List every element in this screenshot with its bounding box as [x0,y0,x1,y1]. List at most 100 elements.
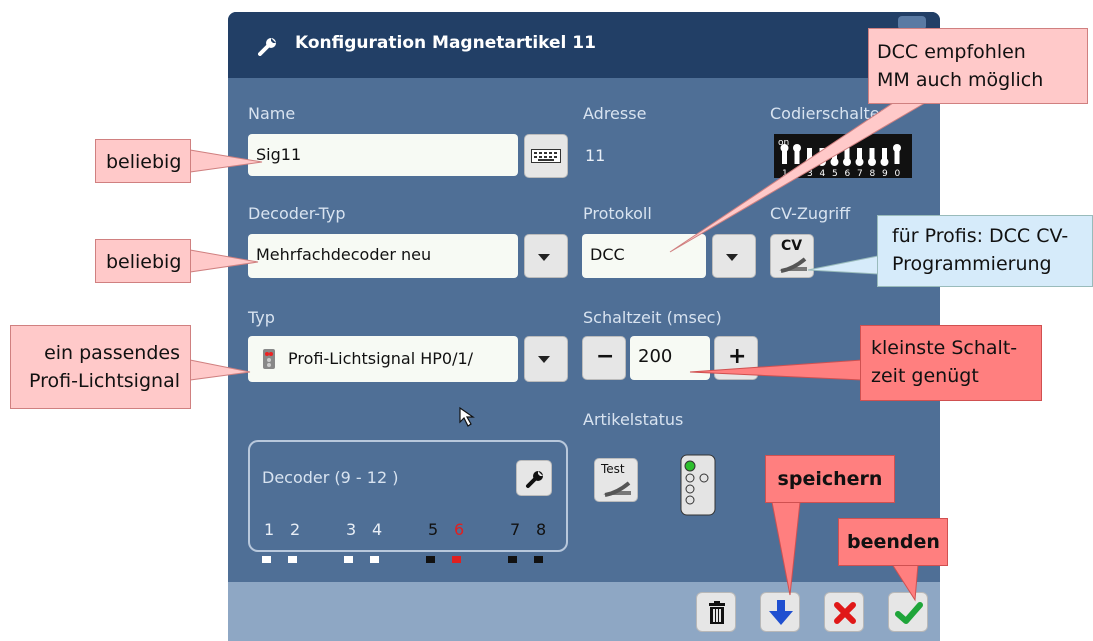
decoder-output-6: 6 [454,520,465,539]
dip-switch-number: 9 [882,169,888,178]
decoder-output-5: 5 [428,520,439,539]
chevron-down-icon [538,356,550,363]
dip-switch-knob [855,158,864,166]
dip-switch-knob [818,158,826,166]
dip-switch-number: 1 [782,169,788,178]
wrench-icon [526,471,543,488]
typ-dropdown-button[interactable] [524,336,568,382]
cv-annotation-line1: für Profis: DCC CV- [892,225,1069,247]
chevron-down-icon [726,254,738,261]
output-indicator-3 [344,556,353,563]
schaltzeit-input[interactable]: 200 [630,336,710,380]
output-indicator-5 [426,556,435,563]
schaltzeit-value: 200 [638,346,673,367]
name-label: Name [248,104,296,123]
title-bar: Konfiguration Magnetartikel 11 [228,12,940,78]
plus-icon: + [728,344,747,369]
confirm-button[interactable] [888,592,928,632]
dip-switch-number: 3 [807,169,813,178]
protokoll-select[interactable]: DCC [582,234,706,278]
dip-switch-knob [830,158,839,166]
output-indicator-4 [370,556,379,563]
decoder-typ-value: Mehrfachdecoder neu [256,245,432,264]
dip-switch-number: 4 [820,169,826,178]
dip-switch-knob [880,158,889,166]
decoder-box: Decoder (9 - 12 ) 1 2 3 4 5 6 7 8 [248,440,568,552]
decoder-output-3: 3 [346,520,357,539]
keyboard-button[interactable] [524,134,568,178]
typ-label: Typ [248,308,275,327]
output-indicator-6 [452,556,461,563]
keyboard-icon [531,149,561,163]
save-button[interactable] [760,592,800,632]
decoder-typ-label: Decoder-Typ [248,204,346,223]
typ-annotation: ein passendes Profi-Lichtsignal [10,325,191,409]
speichern-annotation-text: speichern [777,468,883,490]
test-label: Test [601,462,625,476]
typ-value: Profi-Lichtsignal HP0/1/ [288,349,474,368]
schaltzeit-label: Schaltzeit (msec) [583,308,722,327]
decoder-output-7: 7 [510,520,521,539]
dip-switch-number: 7 [857,169,863,178]
signal-status-icon [680,454,716,516]
artikelstatus-label: Artikelstatus [583,410,684,429]
decoder-typ-dropdown-button[interactable] [524,234,568,278]
schaltzeit-annotation-line1: kleinste Schalt- [871,337,1018,359]
output-indicator-8 [534,556,543,563]
cancel-button[interactable] [824,592,864,632]
turnout-icon [603,481,631,497]
bottom-toolbar [228,582,940,641]
adresse-label: Adresse [583,104,647,123]
protokoll-label: Protokoll [583,204,652,223]
name-input[interactable]: Sig11 [248,134,518,176]
signal-icon [263,349,275,369]
cv-annotation: für Profis: DCC CV- Programmierung [877,215,1093,287]
mouse-cursor-icon [459,406,475,427]
decoder-typ-select[interactable]: Mehrfachdecoder neu [248,234,518,278]
schaltzeit-annotation: kleinste Schalt- zeit genügt [860,325,1042,401]
dip-switch-number: 6 [845,169,851,178]
cv-zugriff-label: CV-Zugriff [770,204,851,223]
decoder-output-4: 4 [372,520,383,539]
schaltzeit-minus-button[interactable]: − [582,336,626,380]
adresse-value: 11 [585,146,606,165]
arrow-down-icon [769,600,793,625]
dip-switch-number: 0 [895,169,901,178]
delete-button[interactable] [696,592,736,632]
name-annotation: beliebig [95,139,191,183]
dip-switch-knob [793,144,801,152]
decoder-annotation: beliebig [95,239,191,283]
dip-switch-knob [843,158,851,166]
speichern-annotation: speichern [765,455,895,503]
test-button[interactable]: Test [594,458,638,502]
decoder-box-title: Decoder (9 - 12 ) [262,468,399,487]
protokoll-annotation-line1: DCC empfohlen [877,41,1026,63]
dip-switch-icon: on 1234567890 [774,134,912,179]
dip-switch-number: 5 [832,169,838,178]
decoder-config-button[interactable] [516,460,552,496]
wrench-icon [258,38,276,56]
decoder-output-2: 2 [290,520,301,539]
cv-annotation-line2: Programmierung [892,253,1052,275]
dip-switch-number: 8 [870,169,876,178]
beenden-annotation-text: beenden [847,531,940,553]
beenden-annotation: beenden [838,518,948,566]
protokoll-dropdown-button[interactable] [712,234,756,278]
protokoll-annotation-line2: MM auch möglich [877,69,1044,91]
dip-switch-knob [780,144,789,152]
typ-select[interactable]: Profi-Lichtsignal HP0/1/ [248,336,518,382]
schaltzeit-plus-button[interactable]: + [714,336,758,380]
dip-switch-number: 2 [795,169,801,178]
protokoll-value: DCC [590,245,625,264]
cv-label: CV [781,238,803,254]
typ-annotation-line1: ein passendes [44,342,180,364]
output-indicator-7 [508,556,517,563]
decoder-output-1: 1 [264,520,275,539]
decoder-annotation-text: beliebig [106,251,182,273]
checkmark-icon [895,602,923,624]
decoder-output-8: 8 [536,520,547,539]
cv-access-button[interactable]: CV [770,234,814,278]
turnout-icon [779,257,807,273]
schaltzeit-annotation-line2: zeit genügt [871,365,979,387]
trash-icon [709,601,725,624]
